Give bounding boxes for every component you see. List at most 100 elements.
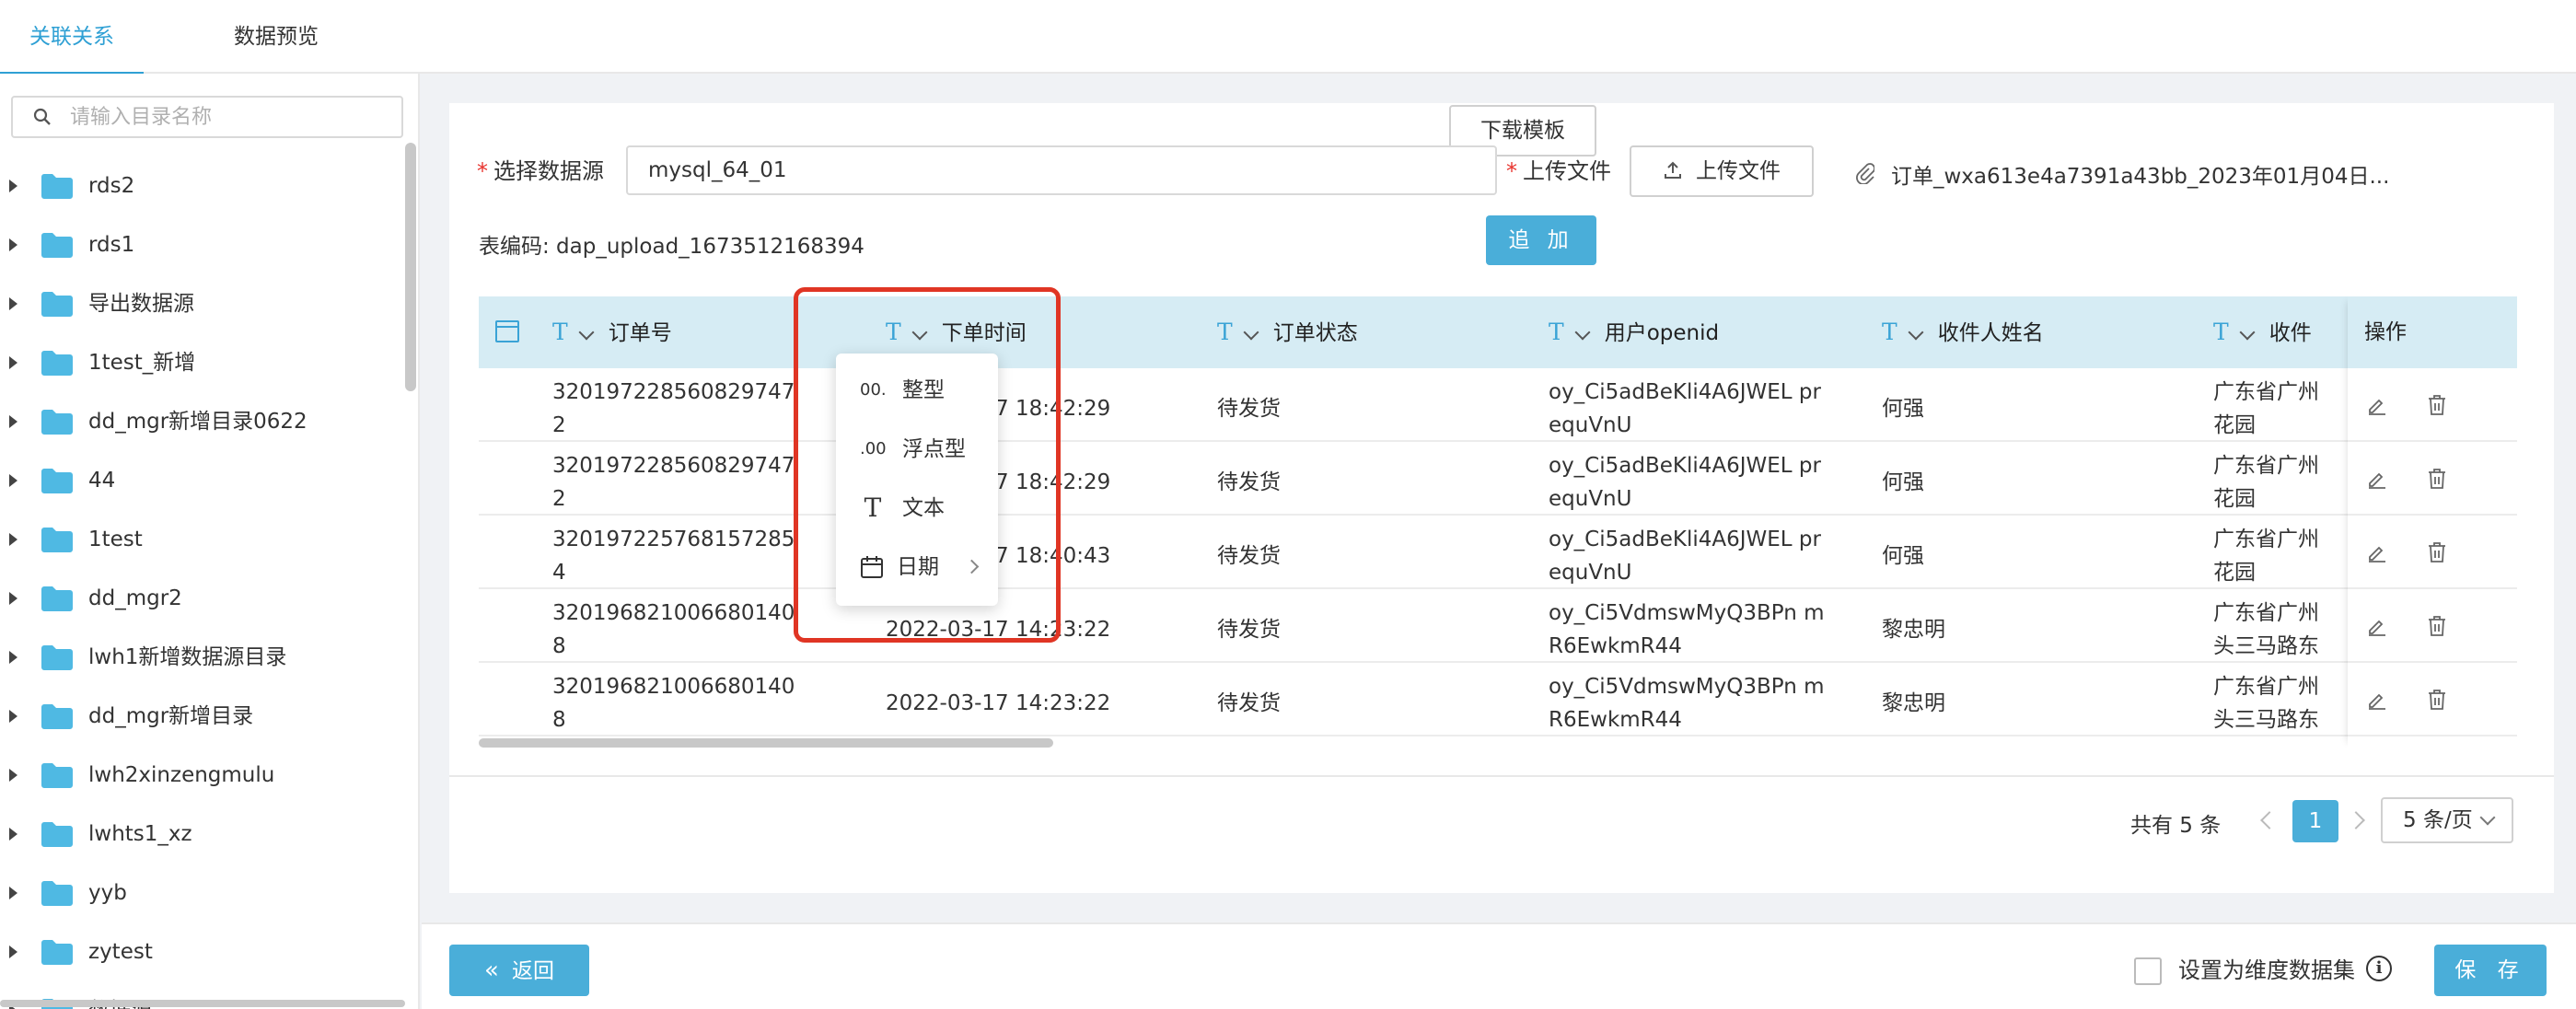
next-page-icon[interactable] [2347, 811, 2365, 829]
upload-file-label: * 上传文件 [1506, 158, 1611, 184]
edit-icon[interactable] [2366, 468, 2388, 490]
table-row: 320196821006680140 8 2022-03-17 14:23:22 待… [479, 663, 2517, 736]
column-header[interactable]: T 订单状态 [1217, 296, 1358, 368]
tree-item-label: 1test_新增 [88, 351, 196, 375]
tree-item-label: zytest [88, 940, 153, 964]
tree-item-label: lwh1新增数据源目录 [88, 645, 287, 669]
tree-item[interactable]: dd_mgr2 [0, 569, 405, 628]
expand-caret-icon[interactable] [9, 474, 17, 487]
expand-caret-icon[interactable] [9, 356, 17, 369]
chevron-down-icon[interactable] [1243, 324, 1259, 340]
back-button[interactable]: «返回 [449, 945, 589, 996]
chevron-down-icon[interactable] [1908, 324, 1924, 340]
text-type-icon[interactable]: T [1882, 319, 1897, 345]
text-type-icon[interactable]: T [2213, 319, 2229, 345]
expand-caret-icon[interactable] [9, 592, 17, 605]
top-tab-bar: 关联关系 数据预览 [0, 0, 2576, 75]
sidebar-vertical-scrollbar[interactable] [405, 143, 416, 391]
expand-caret-icon[interactable] [9, 887, 17, 899]
tree-item[interactable]: lwh1新增数据源目录 [0, 628, 405, 687]
tree-item[interactable]: 1test [0, 510, 405, 569]
table-cell: 320196821006680140 8 [552, 675, 795, 732]
tree-item[interactable]: lwhts1_xz [0, 805, 405, 864]
tree-item[interactable]: dd_mgr新增目录 [0, 687, 405, 746]
column-header[interactable]: T 收件 [2213, 296, 2312, 368]
dimension-dataset-checkbox[interactable] [2134, 957, 2162, 985]
expand-caret-icon[interactable] [9, 180, 17, 192]
dimension-dataset-label: 设置为维度数据集 [2178, 957, 2355, 983]
table-cell: 广东省广州 花园 [2213, 454, 2319, 511]
text-type-icon[interactable]: T [1217, 319, 1233, 345]
table-cell: 广东省广州 头三马路东 [2213, 601, 2319, 658]
edit-icon[interactable] [2366, 689, 2388, 711]
column-header[interactable]: T 用户openid [1549, 296, 1719, 368]
save-button[interactable]: 保 存 [2434, 945, 2547, 996]
directory-sidebar: rds2 rds1 导出数据源 1test_新增 dd_mgr新增目录0622 44 1te… [0, 74, 420, 1009]
type-menu-item-text[interactable]: T 文本 [836, 479, 998, 538]
page-size-select[interactable]: 5 条/页 [2381, 797, 2513, 843]
tree-item[interactable]: dd_mgr新增目录0622 [0, 392, 405, 451]
text-type-icon[interactable]: T [1549, 319, 1564, 345]
table-cell: 黎忠明 [1882, 691, 1945, 715]
delete-icon[interactable] [2427, 689, 2447, 711]
page-number-current[interactable]: 1 [2292, 800, 2338, 842]
chevron-down-icon[interactable] [911, 324, 928, 340]
delete-icon[interactable] [2427, 615, 2447, 637]
chevron-down-icon[interactable] [2239, 324, 2256, 340]
tree-item[interactable]: yyb [0, 864, 405, 922]
table-cell: 待发货 [1217, 544, 1281, 568]
tree-item[interactable]: 导出数据源 [0, 274, 405, 333]
directory-search[interactable] [11, 96, 403, 138]
append-button[interactable]: 追 加 [1486, 215, 1596, 265]
info-icon[interactable]: i [2366, 956, 2392, 981]
expand-caret-icon[interactable] [9, 945, 17, 958]
row-operations [2348, 442, 2517, 516]
float-type-icon: .00 [860, 439, 887, 458]
directory-search-input[interactable] [70, 103, 392, 131]
upload-file-button[interactable]: 上传文件 [1630, 145, 1814, 197]
upload-icon [1665, 161, 1681, 179]
edit-icon[interactable] [2366, 394, 2388, 416]
expand-caret-icon[interactable] [9, 651, 17, 664]
sidebar-horizontal-scrollbar[interactable] [0, 1000, 405, 1007]
prev-page-icon[interactable] [2260, 811, 2279, 829]
expand-caret-icon[interactable] [9, 710, 17, 723]
text-type-icon[interactable]: T [886, 319, 901, 345]
folder-icon [41, 822, 73, 847]
chevron-down-icon[interactable] [1574, 324, 1591, 340]
chevron-down-icon[interactable] [578, 324, 595, 340]
type-menu-item-date[interactable]: 日期 [836, 538, 998, 597]
table-cell: 320197225768157285 4 [552, 528, 795, 585]
tree-item[interactable]: lwh2xinzengmulu [0, 746, 405, 805]
tab-relations[interactable]: 关联关系 [0, 0, 144, 75]
edit-icon[interactable] [2366, 615, 2388, 637]
expand-caret-icon[interactable] [9, 769, 17, 782]
delete-icon[interactable] [2427, 394, 2447, 416]
expand-caret-icon[interactable] [9, 415, 17, 428]
table-horizontal-scrollbar[interactable] [479, 738, 1053, 748]
expand-caret-icon[interactable] [9, 828, 17, 841]
uploaded-file-name[interactable]: 订单_wxa613e4a7391a43bb_2023年01月04日... [1891, 158, 2389, 190]
expand-caret-icon[interactable] [9, 297, 17, 310]
tree-item[interactable]: 44 [0, 451, 405, 510]
folder-icon [41, 586, 73, 611]
tab-data-preview[interactable]: 数据预览 [217, 0, 335, 74]
column-header[interactable]: T 收件人姓名 [1882, 296, 2044, 368]
table-settings-icon[interactable] [495, 320, 519, 342]
tree-item[interactable]: rds1 [0, 215, 405, 274]
edit-icon[interactable] [2366, 541, 2388, 563]
tree-item[interactable]: 1test_新增 [0, 333, 405, 392]
expand-caret-icon[interactable] [9, 238, 17, 251]
type-menu-item-integer[interactable]: 00. 整型 [836, 361, 998, 420]
delete-icon[interactable] [2427, 541, 2447, 563]
text-type-icon: T [864, 493, 882, 523]
text-type-icon[interactable]: T [552, 319, 568, 345]
column-header[interactable]: T 订单号 [552, 296, 672, 368]
chevron-right-icon [964, 559, 980, 574]
delete-icon[interactable] [2427, 468, 2447, 490]
tree-item[interactable]: rds2 [0, 157, 405, 215]
expand-caret-icon[interactable] [9, 533, 17, 546]
tree-item[interactable]: zytest [0, 922, 405, 981]
type-menu-item-float[interactable]: .00 浮点型 [836, 420, 998, 479]
datasource-select[interactable]: mysql_64_01 [626, 145, 1497, 195]
